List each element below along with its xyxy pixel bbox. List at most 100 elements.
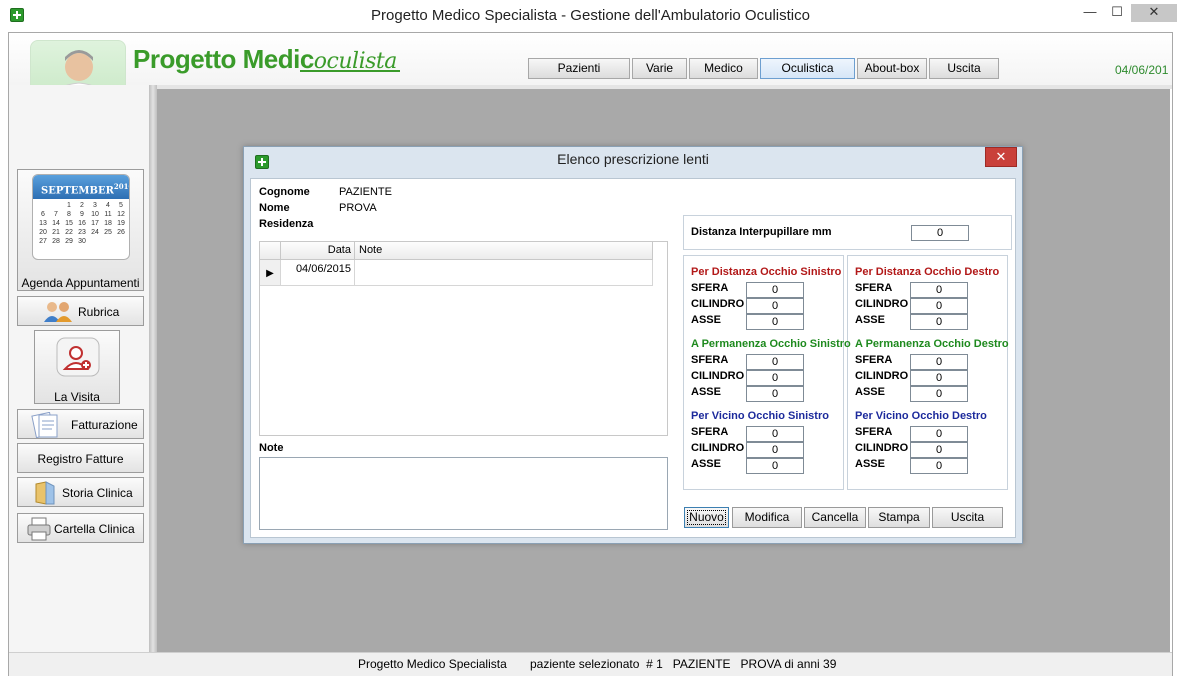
calendar-day: 7 bbox=[54, 211, 58, 218]
nome-value: PROVA bbox=[339, 202, 377, 214]
distanza-sinistro-cilindro-input[interactable]: 0 bbox=[746, 298, 804, 314]
calendar-day: 3 bbox=[93, 202, 97, 209]
modifica-button[interactable]: Modifica bbox=[732, 507, 802, 528]
note-textarea[interactable] bbox=[259, 457, 668, 530]
calendar-day: 28 bbox=[52, 238, 60, 245]
calendar-day: 21 bbox=[52, 229, 60, 236]
distanza-sinistro-asse-input[interactable]: 0 bbox=[746, 314, 804, 330]
calendar-day bbox=[50, 202, 62, 210]
distanza-destro-title: Per Distanza Occhio Destro bbox=[855, 266, 1000, 278]
storia-clinica-button[interactable]: Storia Clinica bbox=[17, 477, 144, 507]
sidebar: SEPTEMBER2010 12345678910111213141516171… bbox=[9, 85, 155, 652]
calendar-day: 2 bbox=[80, 202, 84, 209]
minimize-button[interactable]: — bbox=[1078, 4, 1102, 22]
cancella-button[interactable]: Cancella bbox=[804, 507, 866, 528]
distanza-destro-asse-label: ASSE bbox=[855, 314, 885, 326]
storia-clinica-label: Storia Clinica bbox=[62, 486, 133, 500]
distanza-destro-asse-input[interactable]: 0 bbox=[910, 314, 968, 330]
distanza-destro-sfera-label: SFERA bbox=[855, 282, 893, 294]
stampa-button[interactable]: Stampa bbox=[868, 507, 930, 528]
window-title: Progetto Medico Specialista - Gestione d… bbox=[371, 7, 810, 24]
agenda-appuntamenti-button[interactable]: SEPTEMBER2010 12345678910111213141516171… bbox=[17, 169, 144, 291]
grid-corner bbox=[260, 242, 281, 260]
calendar-day: 5 bbox=[119, 202, 123, 209]
rubrica-button[interactable]: Rubrica bbox=[17, 296, 144, 326]
permanenza-destro-cilindro-label: CILINDRO bbox=[855, 370, 909, 382]
permanenza-sinistro-sfera-input[interactable]: 0 bbox=[746, 354, 804, 370]
distanza-destro-cilindro-label: CILINDRO bbox=[855, 298, 909, 310]
permanenza-sinistro-sfera-label: SFERA bbox=[691, 354, 729, 366]
vicino-destro-cilindro-input[interactable]: 0 bbox=[910, 442, 968, 458]
col-note-header[interactable]: Note bbox=[355, 242, 653, 260]
fatturazione-label: Fatturazione bbox=[71, 418, 138, 432]
dialog-title: Elenco prescrizione lenti bbox=[557, 151, 709, 167]
cognome-value: PAZIENTE bbox=[339, 186, 392, 198]
uscita-button[interactable]: Uscita bbox=[932, 507, 1003, 528]
vicino-sinistro-cilindro-input[interactable]: 0 bbox=[746, 442, 804, 458]
permanenza-sinistro-asse-input[interactable]: 0 bbox=[746, 386, 804, 402]
row-selector-icon[interactable]: ▶ bbox=[260, 260, 281, 286]
la-visita-label: La Visita bbox=[54, 390, 100, 404]
cognome-label: Cognome bbox=[259, 186, 310, 198]
calendar-day bbox=[115, 238, 127, 246]
permanenza-destro-cilindro-input[interactable]: 0 bbox=[910, 370, 968, 386]
prescriptions-grid[interactable]: Data Note ▶ 04/06/2015 bbox=[259, 241, 668, 436]
calendar-day: 13 bbox=[39, 220, 47, 227]
nuovo-button[interactable]: Nuovo bbox=[684, 507, 729, 528]
interpupillare-input[interactable]: 0 bbox=[911, 225, 969, 241]
people-icon bbox=[44, 302, 72, 322]
calendar-day: 11 bbox=[104, 211, 112, 218]
calendar-day: 22 bbox=[65, 229, 73, 236]
close-window-button[interactable]: ✕ bbox=[1131, 4, 1177, 22]
calendar-year: 2010 bbox=[113, 182, 129, 191]
menu-varie[interactable]: Varie bbox=[632, 58, 687, 79]
calendar-day: 8 bbox=[67, 211, 71, 218]
permanenza-destro-asse-input[interactable]: 0 bbox=[910, 386, 968, 402]
distanza-sinistro-title: Per Distanza Occhio Sinistro bbox=[691, 266, 842, 278]
permanenza-sinistro-cilindro-input[interactable]: 0 bbox=[746, 370, 804, 386]
vicino-destro-asse-input[interactable]: 0 bbox=[910, 458, 968, 474]
registro-fatture-button[interactable]: Registro Fatture bbox=[17, 443, 144, 473]
calendar-day: 9 bbox=[80, 211, 84, 218]
calendar-day: 12 bbox=[117, 211, 125, 218]
invoice-icon bbox=[31, 412, 58, 438]
menu-pazienti[interactable]: Pazienti bbox=[528, 58, 630, 79]
calendar-day: 25 bbox=[104, 229, 112, 236]
menu-about-box[interactable]: About-box bbox=[857, 58, 927, 79]
nome-label: Nome bbox=[259, 202, 290, 214]
calendar-day: 26 bbox=[117, 229, 125, 236]
permanenza-sinistro-cilindro-label: CILINDRO bbox=[691, 370, 745, 382]
calendar-day: 14 bbox=[52, 220, 60, 227]
dialog-close-button[interactable]: ✕ bbox=[985, 147, 1017, 167]
la-visita-button[interactable]: La Visita bbox=[34, 330, 120, 404]
vicino-destro-sfera-input[interactable]: 0 bbox=[910, 426, 968, 442]
title-bar: Progetto Medico Specialista - Gestione d… bbox=[0, 0, 1181, 32]
sidebar-splitter[interactable] bbox=[149, 85, 157, 652]
distanza-sinistro-sfera-input[interactable]: 0 bbox=[746, 282, 804, 298]
printer-icon bbox=[27, 517, 51, 541]
folder-icon bbox=[35, 481, 55, 505]
menu-medico[interactable]: Medico bbox=[689, 58, 758, 79]
row-note-cell[interactable] bbox=[355, 260, 653, 286]
cartella-clinica-button[interactable]: Cartella Clinica bbox=[17, 513, 144, 543]
vicino-sinistro-asse-input[interactable]: 0 bbox=[746, 458, 804, 474]
status-app-name: Progetto Medico Specialista bbox=[358, 657, 507, 671]
distanza-sinistro-cilindro-label: CILINDRO bbox=[691, 298, 745, 310]
calendar-day: 1 bbox=[67, 202, 71, 209]
fatturazione-button[interactable]: Fatturazione bbox=[17, 409, 144, 439]
menu-uscita[interactable]: Uscita bbox=[929, 58, 999, 79]
menu-oculistica[interactable]: Oculistica bbox=[760, 58, 855, 79]
row-date-cell[interactable]: 04/06/2015 bbox=[281, 260, 355, 286]
maximize-button[interactable]: ☐ bbox=[1105, 4, 1129, 22]
permanenza-destro-sfera-input[interactable]: 0 bbox=[910, 354, 968, 370]
status-selected-patient: paziente selezionato # 1 PAZIENTE PROVA … bbox=[530, 657, 837, 671]
permanenza-destro-sfera-label: SFERA bbox=[855, 354, 893, 366]
calendar-day: 24 bbox=[91, 229, 99, 236]
brand-main-text: Progetto Medic bbox=[133, 44, 314, 74]
calendar-day: 23 bbox=[78, 229, 86, 236]
vicino-sinistro-sfera-input[interactable]: 0 bbox=[746, 426, 804, 442]
distanza-destro-sfera-input[interactable]: 0 bbox=[910, 282, 968, 298]
col-data-header[interactable]: Data bbox=[281, 242, 355, 260]
distanza-destro-cilindro-input[interactable]: 0 bbox=[910, 298, 968, 314]
residenza-label: Residenza bbox=[259, 218, 314, 230]
